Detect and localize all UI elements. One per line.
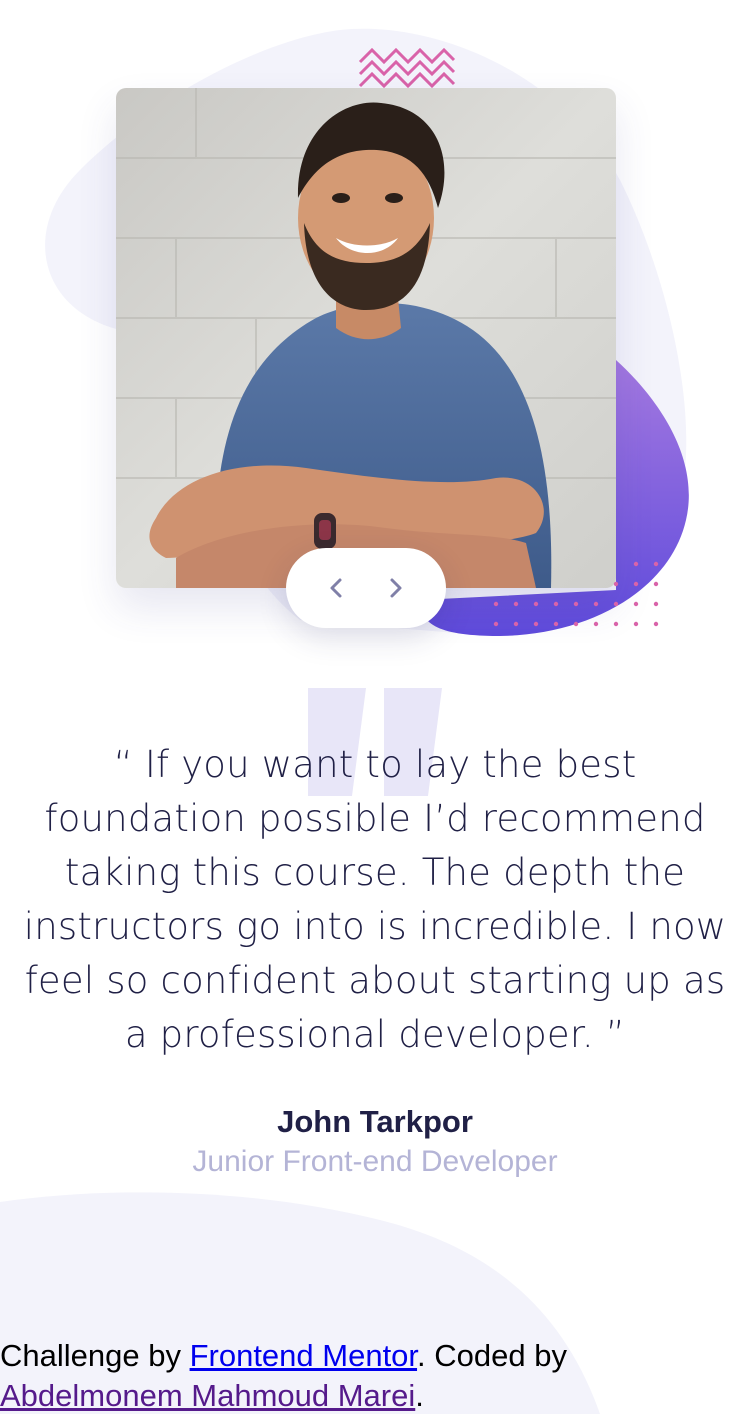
testimonial-quote: “ If you want to lay the best foundation…: [23, 743, 727, 1056]
slider-controls: [286, 548, 446, 628]
author-role: Junior Front-end Developer: [192, 1145, 558, 1178]
zigzag-pattern-icon: [358, 48, 456, 89]
author-name: John Tarkpor: [277, 1104, 473, 1139]
chevron-right-icon: [390, 578, 402, 598]
attribution: Challenge by Frontend Mentor. Coded by A…: [0, 1336, 750, 1414]
tutor-photo: [116, 88, 616, 588]
prev-button[interactable]: [315, 566, 359, 610]
chevron-left-icon: [330, 578, 342, 598]
author-profile-link[interactable]: Abdelmonem Mahmoud Marei: [0, 1378, 415, 1413]
attribution-prefix: Challenge by: [0, 1338, 190, 1373]
dots-pattern-icon: [493, 561, 659, 627]
frontend-mentor-link[interactable]: Frontend Mentor: [190, 1338, 417, 1373]
tutor-image: [116, 88, 616, 588]
attribution-suffix: .: [415, 1378, 424, 1413]
attribution-middle: . Coded by: [417, 1338, 567, 1373]
next-button[interactable]: [373, 566, 417, 610]
